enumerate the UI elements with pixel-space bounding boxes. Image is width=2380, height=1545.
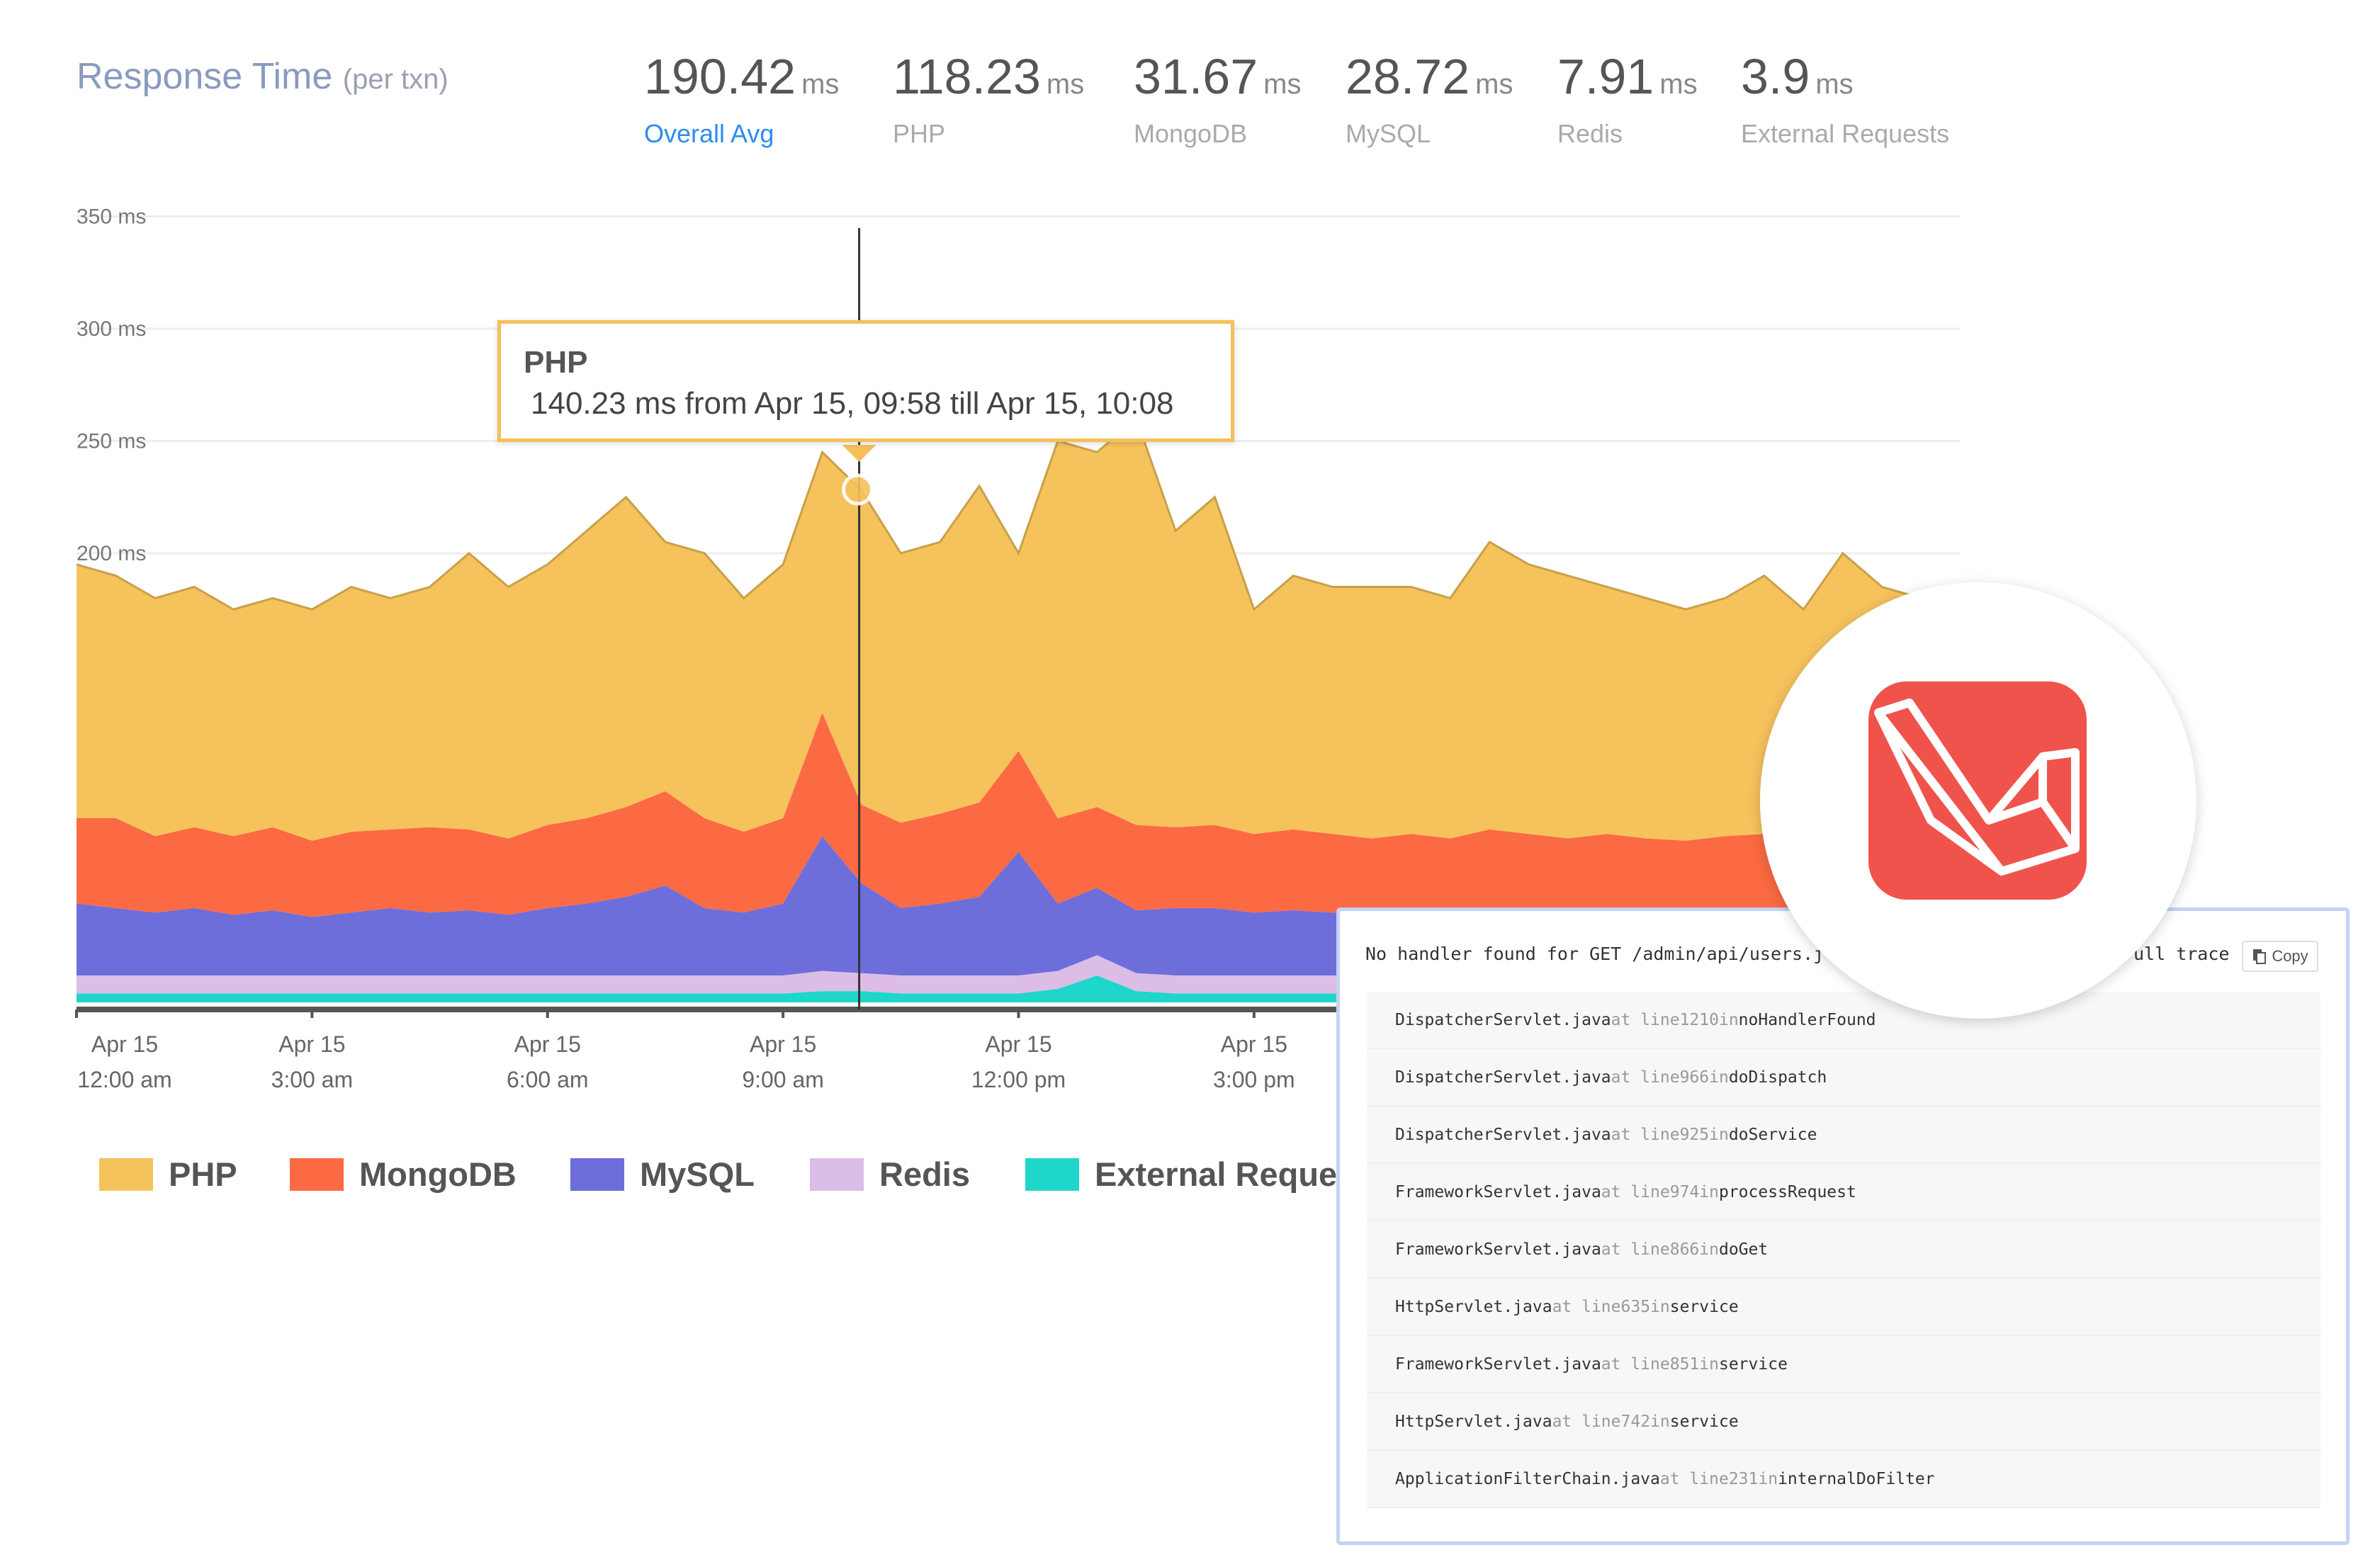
stack-frame[interactable]: FrameworkServlet.java at line 851 in ser… [1367, 1336, 2320, 1393]
frame-in: in [1699, 1182, 1719, 1201]
stack-frames: DispatcherServlet.java at line 1210 in n… [1367, 992, 2320, 1508]
frame-line: 966 [1679, 1068, 1710, 1087]
hover-point [842, 473, 874, 506]
laravel-badge [1760, 582, 2196, 1019]
tooltip-title: PHP [524, 345, 588, 380]
frame-at-line: at line [1611, 1010, 1680, 1029]
y-tick-label: 350 ms [77, 205, 146, 229]
stack-frame[interactable]: HttpServlet.java at line 635 in service [1367, 1279, 2320, 1336]
frame-in: in [1709, 1068, 1729, 1087]
frame-line: 231 [1728, 1469, 1759, 1488]
stack-frame[interactable]: DispatcherServlet.java at line 925 in do… [1367, 1107, 2320, 1164]
frame-function: noHandlerFound [1738, 1010, 1876, 1029]
tooltip-pointer [842, 445, 876, 462]
x-tick-date: Apr 15 [1221, 1031, 1287, 1057]
legend-label: MongoDB [359, 1155, 517, 1193]
frame-function: internalDoFilter [1778, 1469, 1935, 1488]
frame-file: FrameworkServlet.java [1395, 1240, 1601, 1259]
frame-at-line: at line [1601, 1240, 1670, 1259]
frame-at-line: at line [1611, 1068, 1680, 1087]
x-tick-date: Apr 15 [985, 1031, 1051, 1057]
frame-at-line: at line [1659, 1469, 1729, 1488]
legend-swatch [570, 1158, 624, 1191]
frame-at-line: at line [1552, 1297, 1621, 1316]
x-tick-time: 12:00 pm [971, 1067, 1066, 1092]
x-tick-time: 3:00 am [271, 1067, 354, 1092]
frame-file: DispatcherServlet.java [1395, 1010, 1611, 1029]
frame-line: 742 [1620, 1412, 1651, 1431]
frame-file: FrameworkServlet.java [1395, 1182, 1601, 1201]
stack-frame[interactable]: DispatcherServlet.java at line 1210 in n… [1367, 992, 2320, 1049]
y-tick-label: 300 ms [77, 317, 146, 341]
frame-line: 851 [1669, 1354, 1700, 1374]
frame-file: HttpServlet.java [1395, 1297, 1552, 1316]
copy-icon [2253, 949, 2267, 964]
legend-label: PHP [169, 1155, 237, 1193]
x-tick-date: Apr 15 [514, 1031, 581, 1057]
legend-swatch [99, 1158, 153, 1191]
frame-in: in [1699, 1240, 1719, 1259]
frame-function: processRequest [1718, 1182, 1856, 1201]
frame-at-line: at line [1601, 1182, 1670, 1201]
tooltip-body: 140.23 ms from Apr 15, 09:58 till Apr 15… [531, 386, 1174, 421]
legend-swatch [810, 1158, 864, 1191]
frame-file: DispatcherServlet.java [1395, 1068, 1611, 1087]
legend-item-mongodb[interactable]: MongoDB [290, 1155, 517, 1194]
x-tick-date: Apr 15 [91, 1031, 158, 1057]
legend-swatch [290, 1158, 344, 1191]
frame-function: service [1669, 1412, 1739, 1431]
frame-in: in [1699, 1354, 1719, 1374]
frame-line: 866 [1669, 1240, 1700, 1259]
frame-file: DispatcherServlet.java [1395, 1125, 1611, 1144]
frame-in: in [1758, 1469, 1778, 1488]
full-trace-label[interactable]: ull trace [2133, 944, 2229, 964]
x-tick-time: 12:00 am [77, 1067, 171, 1092]
frame-function: doGet [1718, 1240, 1769, 1259]
copy-button[interactable]: Copy [2242, 941, 2318, 972]
frame-in: in [1650, 1297, 1670, 1316]
frame-at-line: at line [1552, 1412, 1621, 1431]
frame-at-line: at line [1611, 1125, 1680, 1144]
x-tick-time: 9:00 am [742, 1067, 824, 1092]
frame-file: HttpServlet.java [1395, 1412, 1552, 1431]
x-tick-date: Apr 15 [750, 1031, 816, 1057]
legend-item-redis[interactable]: Redis [810, 1155, 970, 1194]
error-message: No handler found for GET /admin/api/user… [1365, 944, 1825, 964]
frame-line: 635 [1620, 1297, 1651, 1316]
x-tick-date: Apr 15 [278, 1031, 345, 1057]
frame-function: service [1718, 1354, 1788, 1374]
legend-item-mysql[interactable]: MySQL [570, 1155, 755, 1194]
laravel-logo-icon [1868, 681, 2087, 900]
stack-frame[interactable]: HttpServlet.java at line 742 in service [1367, 1393, 2320, 1451]
frame-in: in [1718, 1010, 1739, 1029]
frame-line: 974 [1669, 1182, 1700, 1201]
y-tick-label: 200 ms [77, 542, 146, 565]
legend-item-external-requests[interactable]: External Requests [1025, 1155, 1385, 1194]
frame-function: doService [1728, 1125, 1817, 1144]
stack-frame[interactable]: FrameworkServlet.java at line 974 in pro… [1367, 1164, 2320, 1221]
frame-line: 1210 [1679, 1010, 1719, 1029]
legend-label: Redis [879, 1155, 970, 1193]
stack-frame[interactable]: FrameworkServlet.java at line 866 in doG… [1367, 1221, 2320, 1279]
y-tick-label: 250 ms [77, 430, 146, 453]
frame-file: FrameworkServlet.java [1395, 1354, 1601, 1374]
stack-frame[interactable]: DispatcherServlet.java at line 966 in do… [1367, 1049, 2320, 1107]
copy-label: Copy [2272, 947, 2308, 965]
stack-frame[interactable]: ApplicationFilterChain.java at line 231 … [1367, 1451, 2320, 1508]
frame-function: service [1669, 1297, 1739, 1316]
frame-in: in [1709, 1125, 1729, 1144]
frame-function: doDispatch [1728, 1068, 1827, 1087]
legend-swatch [1025, 1158, 1079, 1191]
stack-trace-panel: No handler found for GET /admin/api/user… [1336, 907, 2350, 1545]
x-tick-time: 6:00 am [507, 1067, 589, 1092]
legend-item-php[interactable]: PHP [99, 1155, 237, 1194]
frame-file: ApplicationFilterChain.java [1395, 1469, 1660, 1488]
frame-in: in [1650, 1412, 1670, 1431]
x-tick-time: 3:00 pm [1213, 1067, 1295, 1092]
legend-label: MySQL [640, 1155, 755, 1193]
frame-at-line: at line [1601, 1354, 1670, 1374]
chart-tooltip: PHP 140.23 ms from Apr 15, 09:58 till Ap… [497, 320, 1234, 442]
frame-line: 925 [1679, 1125, 1710, 1144]
